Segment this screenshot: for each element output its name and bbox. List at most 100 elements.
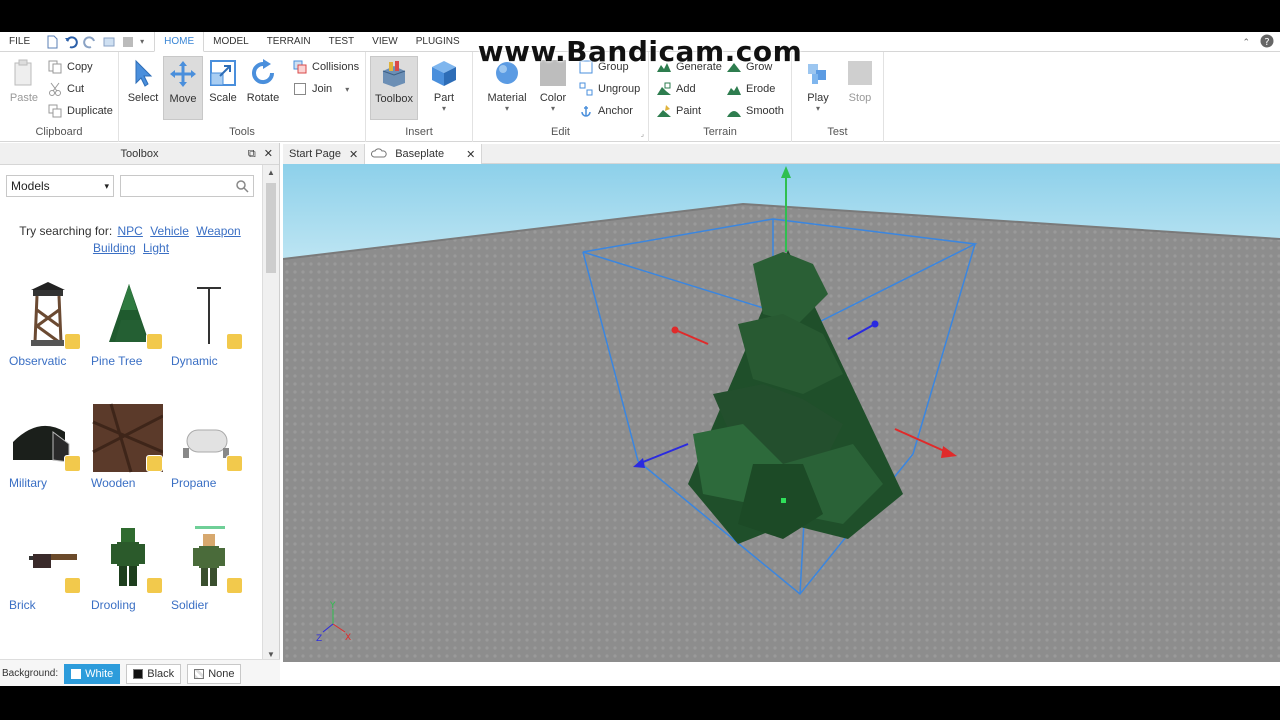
tab-view[interactable]: VIEW — [363, 32, 407, 52]
collisions-toggle[interactable]: Collisions — [293, 57, 359, 77]
erode-button[interactable]: Erode — [727, 79, 775, 99]
background-white-button[interactable]: White — [64, 663, 121, 684]
ungroup-button[interactable]: Ungroup — [579, 79, 640, 99]
tab-start-page[interactable]: Start Page ✕ — [283, 144, 366, 164]
new-file-icon[interactable] — [45, 35, 59, 49]
3d-viewport[interactable]: Y X Z — [283, 164, 1280, 662]
background-none-button[interactable]: None — [187, 663, 242, 684]
tab-plugins[interactable]: PLUGINS — [407, 32, 469, 52]
toolbox-search-input[interactable] — [120, 175, 254, 197]
menu-bar: FILE ▾ HOME MODEL TERRAIN TEST VIEW PLUG… — [0, 32, 1280, 52]
tab-home[interactable]: HOME — [154, 32, 205, 52]
terrain-smooth-icon — [727, 104, 741, 118]
part-button[interactable]: Part ▾ — [424, 56, 464, 120]
suggestion-npc[interactable]: NPC — [118, 224, 143, 238]
tools-group-label: Tools — [229, 126, 255, 138]
edit-group: Material ▾ Color ▾ Group Ungroup Anchor … — [473, 52, 649, 142]
test-group-label: Test — [827, 126, 848, 138]
suggestion-weapon[interactable]: Weapon — [196, 224, 240, 238]
suggestion-light[interactable]: Light — [143, 241, 169, 255]
move-button[interactable]: Move — [163, 56, 203, 120]
category-dropdown[interactable]: Models — [6, 175, 114, 197]
join-dropdown-icon[interactable]: ▾ — [345, 85, 349, 94]
model-item-wooden[interactable]: Wooden — [91, 402, 167, 490]
search-suggestions: Try searching for: NPC Vehicle Weapon Bu… — [0, 223, 262, 257]
svg-text:X: X — [345, 633, 351, 643]
cloud-icon — [371, 147, 387, 161]
copy-button[interactable]: Copy — [48, 57, 93, 77]
generate-button[interactable]: Generate — [657, 57, 722, 77]
suggestion-building[interactable]: Building — [93, 241, 136, 255]
join-toggle[interactable]: Join ▾ — [293, 79, 349, 99]
smooth-button[interactable]: Smooth — [727, 101, 784, 121]
scroll-up-icon[interactable]: ▲ — [263, 165, 279, 181]
select-button[interactable]: Select — [123, 56, 163, 120]
play-dropdown-icon[interactable]: ▾ — [798, 104, 838, 113]
grow-button[interactable]: Grow — [727, 57, 772, 77]
model-item-observatory[interactable]: Observatic — [9, 280, 85, 368]
edit-group-expand-icon[interactable]: ⌟ — [641, 130, 644, 138]
publish-icon[interactable] — [102, 35, 116, 49]
color-button[interactable]: Color ▾ — [535, 56, 571, 120]
file-menu[interactable]: FILE — [0, 32, 39, 52]
stop-button[interactable]: Stop — [840, 56, 880, 120]
rotate-button[interactable]: Rotate — [243, 56, 283, 120]
undo-icon[interactable] — [64, 35, 78, 49]
model-item-drooling[interactable]: Drooling — [91, 524, 167, 612]
group-button[interactable]: Group — [579, 57, 629, 77]
model-caption: Dynamic — [171, 354, 218, 368]
material-dropdown-icon[interactable]: ▾ — [485, 104, 529, 113]
toolbox-scrollbar[interactable]: ▲ ▼ — [262, 165, 279, 663]
add-terrain-button[interactable]: Add — [657, 79, 696, 99]
undock-icon[interactable]: ⧉ — [248, 143, 256, 165]
collapse-ribbon-icon[interactable]: ⌃ — [1242, 37, 1250, 48]
scale-button[interactable]: Scale — [203, 56, 243, 120]
model-item-propane[interactable]: Propane — [171, 402, 247, 490]
model-item-pine-tree[interactable]: Pine Tree — [91, 280, 167, 368]
toolbox-button[interactable]: Toolbox — [370, 56, 418, 120]
tab-test[interactable]: TEST — [320, 32, 364, 52]
move-arrows-icon — [168, 59, 198, 89]
model-item-dynamic[interactable]: Dynamic — [171, 280, 247, 368]
help-icon[interactable]: ? — [1260, 34, 1274, 51]
model-item-soldier[interactable]: Soldier — [171, 524, 247, 612]
close-icon[interactable]: ✕ — [264, 143, 273, 165]
color-dropdown-icon[interactable]: ▾ — [535, 104, 571, 113]
tab-model[interactable]: MODEL — [204, 32, 258, 52]
model-item-brick[interactable]: Brick — [9, 524, 85, 612]
suggestions-prefix: Try searching for: — [19, 224, 113, 238]
terrain-generate-icon — [657, 60, 671, 74]
military-thumbnail — [9, 402, 81, 474]
search-icon[interactable] — [235, 179, 249, 193]
material-button[interactable]: Material ▾ — [485, 56, 529, 120]
background-black-button[interactable]: Black — [126, 663, 182, 684]
play-button[interactable]: Play ▾ — [798, 56, 838, 120]
terrain-paint-icon — [657, 104, 671, 118]
anchor-button[interactable]: Anchor — [579, 101, 633, 121]
duplicate-button[interactable]: Duplicate — [48, 101, 113, 121]
terrain-add-icon — [657, 82, 671, 96]
save-icon[interactable] — [121, 35, 135, 49]
redo-icon[interactable] — [83, 35, 97, 49]
tab-terrain[interactable]: TERRAIN — [258, 32, 320, 52]
pine-tree-thumbnail — [91, 280, 163, 352]
edit-group-label: Edit — [551, 126, 570, 138]
paste-button[interactable]: Paste — [4, 56, 44, 120]
model-item-military[interactable]: Military — [9, 402, 85, 490]
group-icon — [579, 60, 593, 74]
customize-dropdown-icon[interactable]: ▾ — [140, 35, 148, 49]
terrain-group: Generate Grow Add Erode Paint Smooth Ter… — [649, 52, 792, 142]
part-dropdown-icon[interactable]: ▾ — [424, 104, 464, 113]
close-tab-icon[interactable]: ✕ — [349, 148, 358, 161]
scroll-thumb[interactable] — [266, 183, 276, 273]
paint-terrain-button[interactable]: Paint — [657, 101, 701, 121]
close-tab-icon[interactable]: ✕ — [466, 148, 475, 161]
rotate-icon — [248, 58, 278, 88]
svg-text:?: ? — [1264, 37, 1269, 48]
paste-icon — [9, 58, 39, 88]
suggestion-vehicle[interactable]: Vehicle — [150, 224, 189, 238]
svg-text:Y: Y — [329, 601, 336, 611]
cut-button[interactable]: Cut — [48, 79, 84, 99]
tab-baseplate[interactable]: Baseplate ✕ — [365, 144, 483, 164]
free-badge-icon — [226, 455, 243, 472]
